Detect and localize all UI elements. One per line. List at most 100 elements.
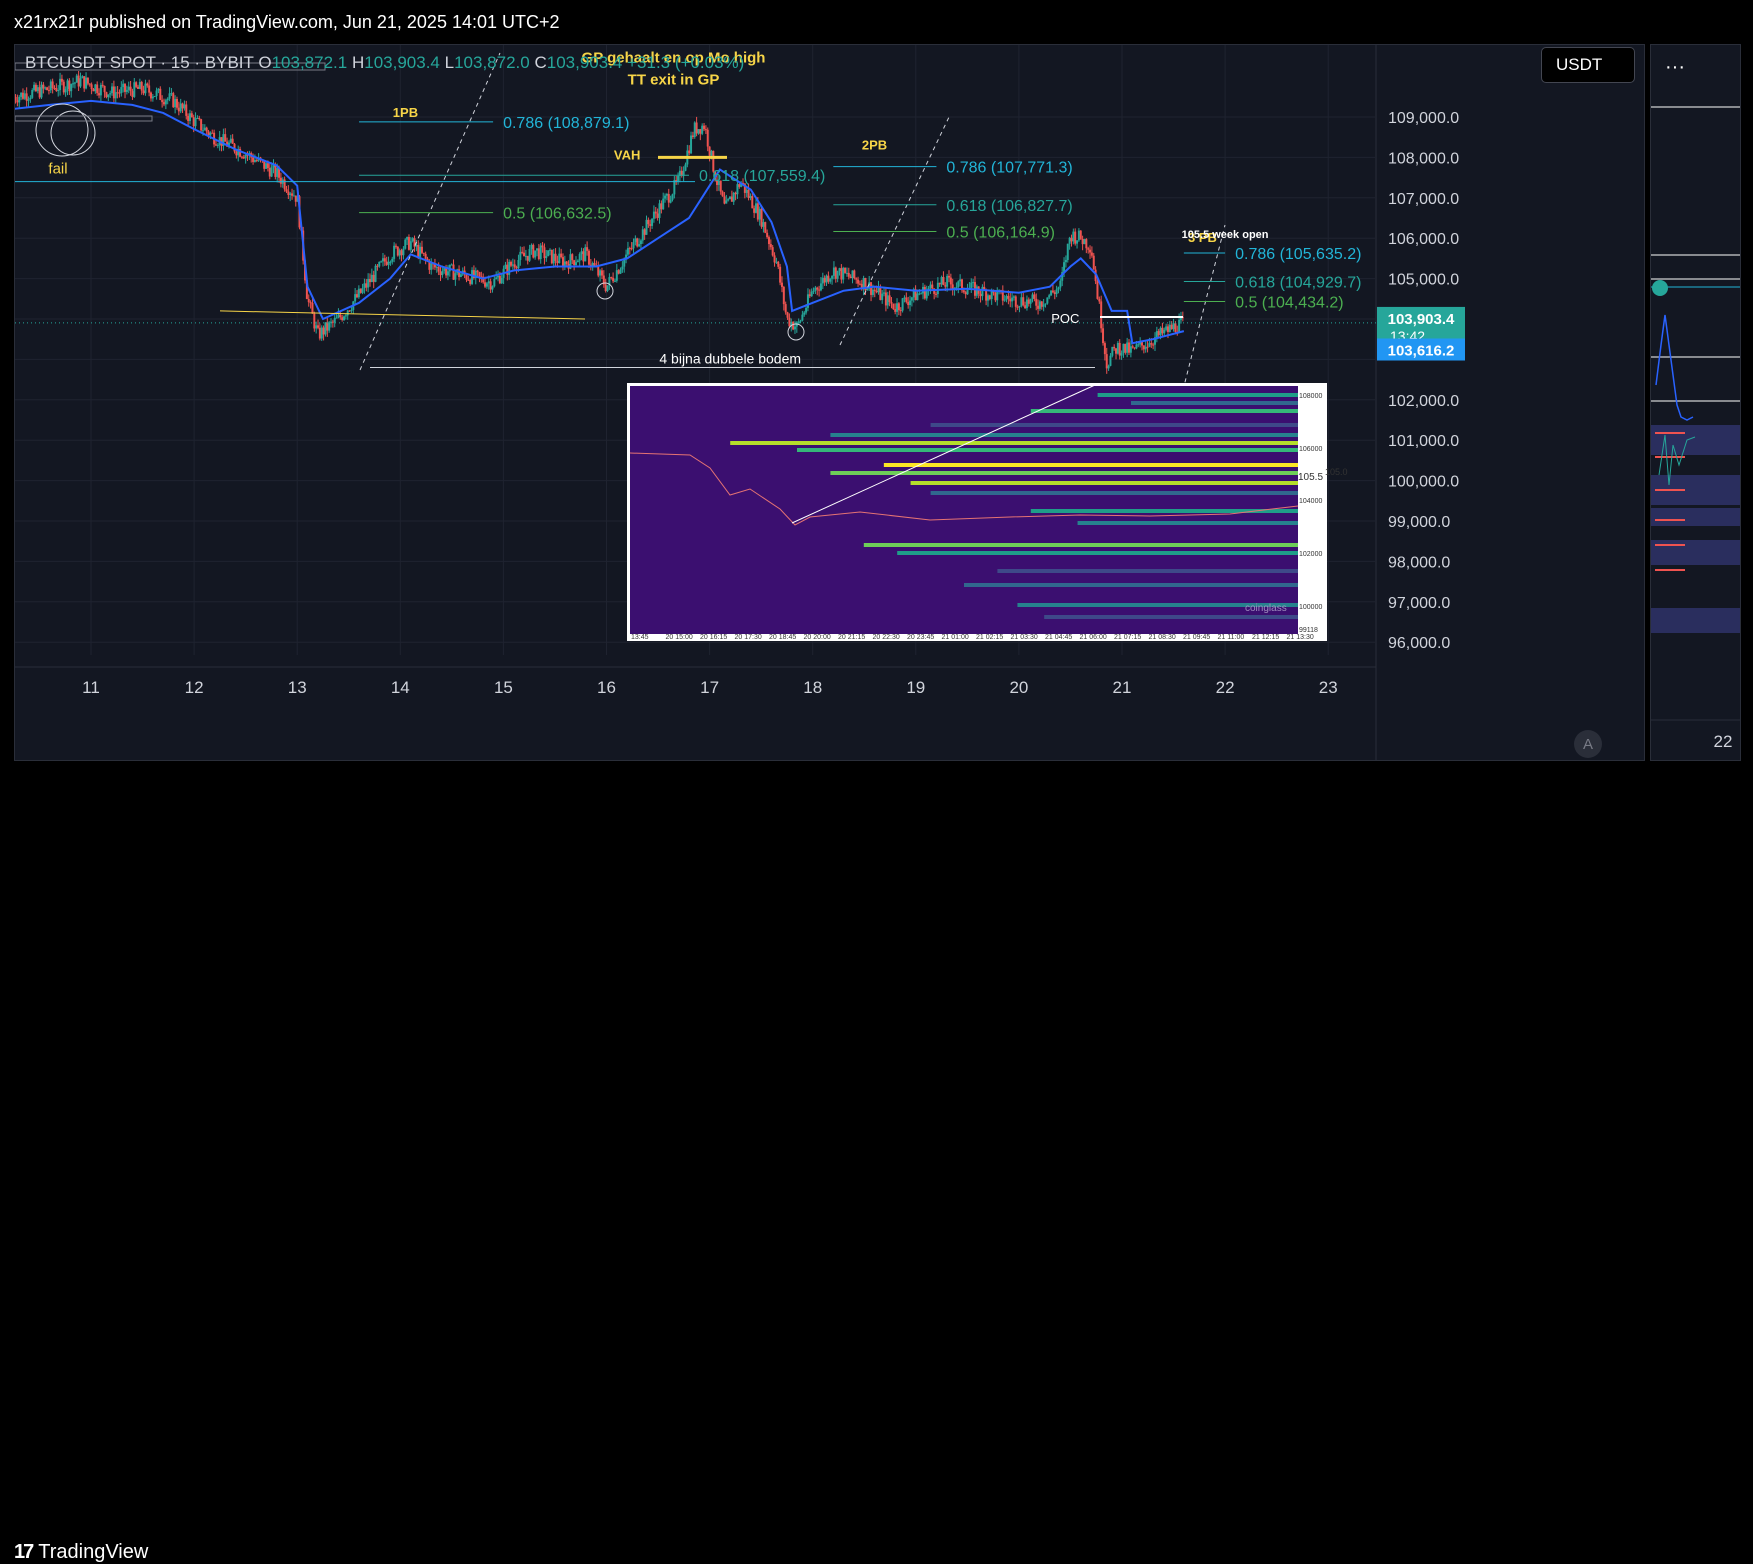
- high-value: 103,903.4: [364, 53, 440, 72]
- candle-body: [784, 304, 787, 313]
- candle-body: [116, 92, 119, 94]
- candle-body: [131, 91, 134, 97]
- candle-body: [1135, 344, 1138, 349]
- candle-body: [1161, 327, 1164, 334]
- candle-body: [1159, 327, 1162, 336]
- symbol-title[interactable]: BTCUSDT SPOT · 15 · BYBIT: [25, 53, 254, 72]
- candle-body: [383, 258, 386, 262]
- more-options-icon[interactable]: ···: [1665, 56, 1685, 79]
- candle-body: [660, 203, 663, 210]
- candle-body: [166, 98, 169, 101]
- candle-body: [972, 282, 975, 284]
- candle-body: [530, 244, 533, 249]
- candle-body: [47, 90, 50, 92]
- candle-body: [394, 245, 397, 247]
- candle-body: [632, 242, 635, 249]
- heatmap-band: [863, 543, 1298, 547]
- high-label: H: [351, 53, 365, 72]
- candle-body: [242, 156, 245, 159]
- auto-scale-button[interactable]: A: [1574, 730, 1602, 758]
- candle-body: [211, 132, 214, 134]
- candle-body: [591, 263, 594, 266]
- candle-body: [565, 261, 568, 264]
- candle-body: [44, 87, 47, 89]
- candle-body: [727, 199, 730, 201]
- candle-body: [829, 278, 832, 282]
- open-value: 103,872.1: [271, 53, 348, 72]
- candle-body: [628, 248, 631, 250]
- candle-body: [355, 294, 358, 298]
- candle-body: [495, 277, 498, 280]
- candle-body: [883, 292, 886, 294]
- candle-body: [654, 211, 657, 214]
- inset-y-tick: 104000: [1299, 498, 1322, 505]
- candle-body: [517, 259, 520, 269]
- candle-body: [354, 294, 357, 302]
- candle-body: [170, 93, 173, 95]
- candle-body: [73, 82, 76, 84]
- candle-body: [23, 93, 26, 99]
- candle-body: [1077, 230, 1080, 241]
- candle-body: [962, 290, 965, 293]
- candle-body: [636, 238, 639, 247]
- candle-body: [175, 99, 178, 108]
- candle-body: [40, 84, 43, 98]
- candle-body: [411, 238, 414, 242]
- inset-x-tick: 21 03:30: [1011, 634, 1038, 641]
- candle-body: [318, 327, 321, 339]
- candle-body: [389, 261, 392, 263]
- candle-body: [747, 189, 750, 198]
- candle-body: [966, 289, 969, 295]
- price-tick-label: 102,000.0: [1388, 393, 1459, 410]
- marker-circle: [50, 110, 96, 156]
- price-axis: 109,000.0 108,000.0 107,000.0 106,000.0 105,…: [1388, 110, 1459, 652]
- candle-body: [558, 253, 561, 264]
- candle-body: [619, 269, 622, 274]
- fib-label: 0.5 (104,434.2): [1235, 294, 1344, 311]
- candle-body: [853, 270, 856, 279]
- candle-body: [754, 203, 757, 213]
- candle-body: [196, 118, 199, 120]
- time-tick-label: 23: [1319, 678, 1338, 697]
- candle-body: [1007, 295, 1010, 299]
- tradingview-logo[interactable]: 17 TradingView: [14, 1541, 148, 1564]
- mini-chart-pane[interactable]: 22: [1650, 44, 1741, 761]
- price-tick-label: 105,000.0: [1388, 272, 1459, 289]
- candle-body: [994, 292, 997, 301]
- candle-body: [773, 255, 776, 263]
- candle-body: [647, 219, 650, 225]
- candle-body: [1068, 237, 1071, 244]
- candle-body: [49, 81, 52, 91]
- candle-body: [307, 298, 310, 303]
- time-tick-label: 19: [906, 678, 925, 697]
- candle-body: [621, 266, 624, 270]
- candle-body: [1178, 319, 1181, 333]
- candle-body: [188, 113, 191, 121]
- candle-body: [834, 267, 837, 279]
- candle-body: [1040, 301, 1043, 307]
- fib-label: 0.618 (104,929.7): [1235, 274, 1361, 291]
- candle-body: [996, 291, 999, 301]
- heatmap-band: [930, 491, 1298, 495]
- candle-body: [910, 297, 913, 301]
- candle-body: [439, 271, 442, 276]
- candle-body: [285, 189, 288, 192]
- candle-body: [777, 261, 780, 267]
- candle-body: [34, 84, 37, 92]
- candle-body: [669, 199, 672, 203]
- annotation-text: 4 bijna dubbele bodem: [659, 350, 801, 366]
- candle-body: [825, 275, 828, 283]
- price-chart[interactable]: 109,000.0 108,000.0 107,000.0 106,000.0 105,…: [15, 45, 1645, 761]
- main-chart-pane[interactable]: 109,000.0 108,000.0 107,000.0 106,000.0 105,…: [14, 44, 1645, 761]
- candle-body: [780, 282, 783, 287]
- candle-body: [677, 175, 680, 182]
- candle-body: [1157, 331, 1160, 336]
- candle-body: [1105, 354, 1108, 369]
- candle-body: [279, 177, 282, 184]
- time-tick-label: 12: [185, 678, 204, 697]
- currency-button[interactable]: USDT: [1541, 47, 1635, 83]
- candle-body: [665, 194, 668, 196]
- candle-body: [857, 279, 860, 284]
- candle-body: [1020, 297, 1023, 306]
- candle-body: [890, 302, 893, 304]
